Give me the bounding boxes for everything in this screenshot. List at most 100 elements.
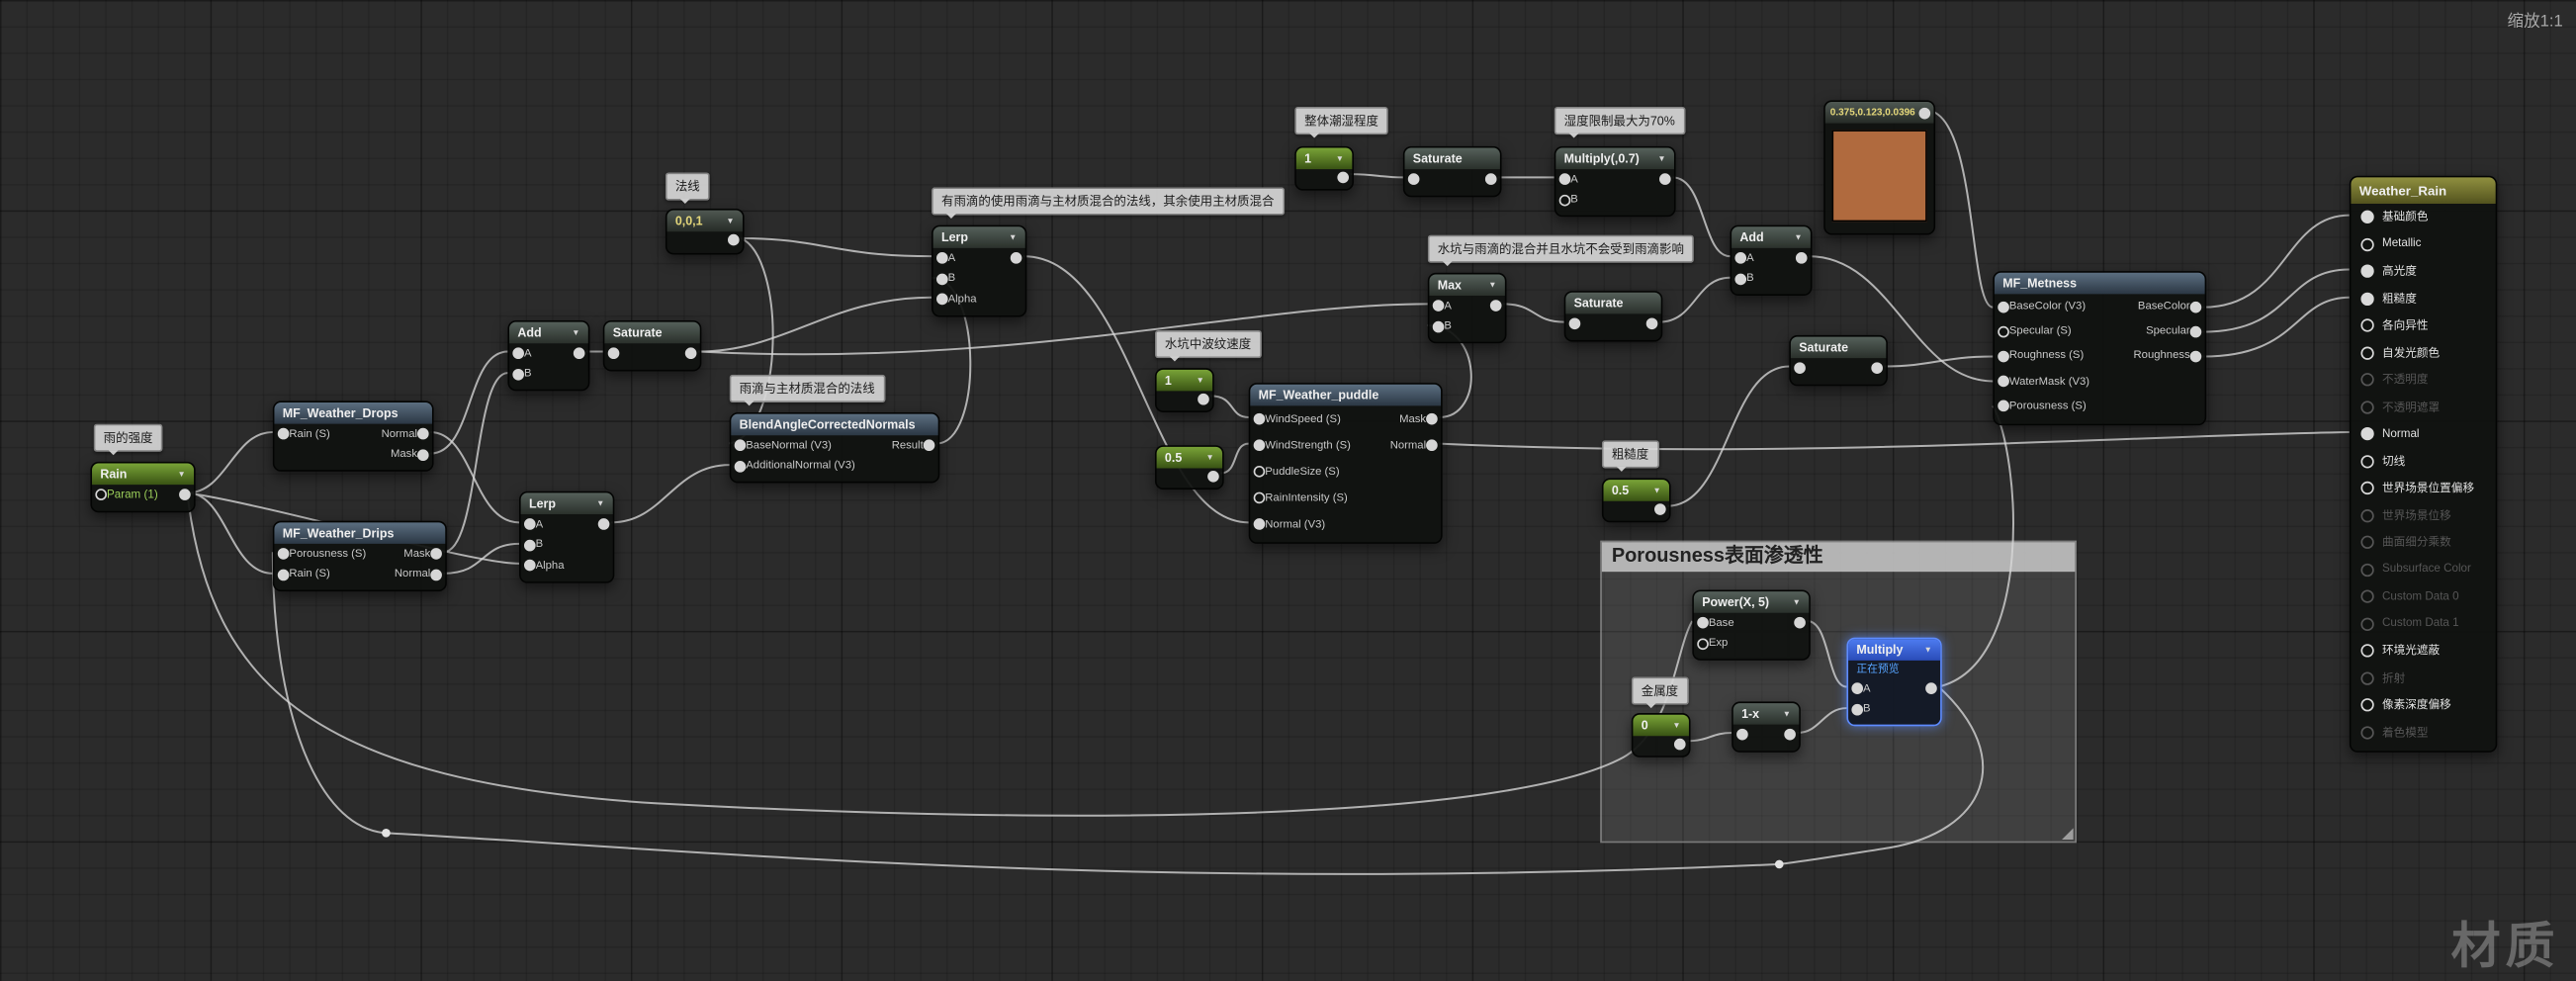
material-pin-3[interactable]: 粗糙度 (2351, 285, 2495, 312)
input-pin[interactable] (1734, 252, 1747, 265)
node-vec001[interactable]: 0,0,1 ▼ (665, 208, 745, 255)
output-pin[interactable] (2189, 350, 2202, 363)
node-half2[interactable]: 0.5 ▼ (1601, 478, 1671, 523)
input-pin[interactable] (1736, 729, 1748, 741)
dropdown-arrow-icon[interactable]: ▼ (1488, 280, 1496, 290)
wire[interactable] (1350, 173, 1403, 179)
dropdown-arrow-icon[interactable]: ▼ (178, 469, 186, 479)
input-pin[interactable] (1568, 317, 1581, 330)
input-pin[interactable] (1998, 325, 2009, 338)
output-pin[interactable] (416, 428, 429, 440)
comment-rain-strength[interactable]: 雨的强度 (93, 423, 163, 456)
material-pin-0[interactable]: 基础颜色 (2351, 204, 2495, 230)
node-mulsel[interactable]: Multiply ▼ 正在预览 A B (1846, 637, 1942, 727)
material-pin-16[interactable]: 环境光遮蔽 (2351, 638, 2495, 665)
dropdown-arrow-icon[interactable]: ▼ (1672, 721, 1680, 731)
node-drops-header[interactable]: MF_Weather_Drops (274, 402, 432, 424)
output-pin[interactable] (1489, 300, 1502, 312)
node-vec001-header[interactable]: 0,0,1 ▼ (666, 210, 743, 232)
node-drops[interactable]: MF_Weather_Drops Rain (S) Normal Mask (272, 401, 434, 472)
color-output-pin[interactable] (1918, 106, 1931, 119)
input-pin[interactable] (277, 428, 290, 440)
wire[interactable] (2202, 214, 2350, 309)
wire[interactable] (1439, 430, 2350, 451)
node-puddle[interactable]: MF_Weather_puddle WindSpeed (S) Mask WindSt… (1248, 383, 1443, 544)
node-mul07-header[interactable]: Multiply(,0.7) ▼ (1555, 147, 1674, 170)
input-pin[interactable] (1432, 320, 1445, 333)
node-one1[interactable]: 1 ▼ (1154, 368, 1214, 413)
material-graph-canvas[interactable]: Porousness表面渗透性 缩放1:1 材质 Rain ▼ Param (1) M… (0, 0, 2576, 981)
output-pin[interactable] (1337, 170, 1350, 183)
input-pin[interactable] (512, 368, 524, 381)
node-rain[interactable]: Rain ▼ Param (1) (90, 461, 196, 512)
node-half1-header[interactable]: 0.5 ▼ (1156, 446, 1223, 469)
node-sat2[interactable]: Saturate (1402, 145, 1502, 197)
dropdown-arrow-icon[interactable]: ▼ (1336, 153, 1344, 163)
node-add2[interactable]: Add ▼ A B (1730, 224, 1813, 297)
node-lerp2[interactable]: Lerp ▼ A B Alpha (932, 224, 1027, 316)
dropdown-arrow-icon[interactable]: ▼ (1009, 232, 1017, 242)
wire[interactable] (611, 464, 730, 524)
wire[interactable] (430, 350, 508, 455)
node-sat1[interactable]: Saturate (602, 319, 702, 371)
input-pin[interactable] (1253, 439, 1266, 452)
comment-metallic[interactable]: 金属度 (1631, 676, 1689, 709)
dropdown-arrow-icon[interactable]: ▼ (1657, 153, 1665, 163)
node-max1-header[interactable]: Max ▼ (1429, 274, 1505, 297)
wire[interactable] (443, 542, 520, 575)
node-sat1-header[interactable]: Saturate (604, 321, 700, 344)
node-power-header[interactable]: Power(X, 5) ▼ (1693, 591, 1810, 613)
output-pin[interactable] (1925, 682, 1937, 695)
input-pin[interactable] (277, 569, 290, 580)
wire[interactable] (698, 303, 1428, 356)
input-pin[interactable] (95, 489, 107, 501)
input-pin[interactable] (277, 548, 290, 561)
node-swatch[interactable]: 0.375,0.123,0.0396 (1823, 100, 1936, 235)
wire[interactable] (1687, 731, 1732, 743)
input-pin[interactable] (1851, 703, 1864, 716)
node-mulsel-header[interactable]: Multiply ▼ (1848, 639, 1941, 661)
input-pin[interactable] (1697, 617, 1709, 629)
output-pin[interactable] (1654, 502, 1666, 515)
output-pin[interactable] (1673, 737, 1686, 750)
node-lerp1-header[interactable]: Lerp ▼ (520, 492, 613, 515)
wire[interactable] (1659, 276, 1731, 323)
output-pin[interactable] (1871, 362, 1883, 375)
node-sat4-header[interactable]: Saturate (1790, 336, 1887, 359)
output-pin[interactable] (1784, 729, 1796, 741)
node-zero[interactable]: 0 ▼ (1631, 713, 1691, 758)
output-pin[interactable] (1795, 252, 1808, 265)
output-pin[interactable] (1659, 173, 1671, 186)
wire[interactable] (443, 372, 508, 554)
node-drips-header[interactable]: MF_Weather_Drips (274, 522, 446, 544)
input-pin[interactable] (607, 347, 620, 360)
node-drips[interactable]: MF_Weather_Drips Porousness (S) Mask Rain (… (272, 520, 447, 592)
node-one2[interactable]: 1 ▼ (1294, 145, 1354, 191)
wire[interactable] (1797, 707, 1847, 734)
node-rain-header[interactable]: Rain ▼ (92, 463, 195, 486)
reroute-node[interactable] (1774, 859, 1784, 869)
node-sat2-header[interactable]: Saturate (1404, 147, 1500, 170)
node-main[interactable]: Weather_Rain 基础颜色 Metallic 高光度 粗糙度 各向异性 自发光颜色不… (2349, 175, 2498, 753)
input-pin[interactable] (1253, 466, 1266, 478)
output-pin[interactable] (2189, 325, 2202, 338)
input-pin[interactable] (1253, 412, 1266, 425)
output-pin[interactable] (1207, 470, 1219, 482)
node-max1[interactable]: Max ▼ A B (1427, 272, 1507, 344)
input-pin[interactable] (1998, 401, 2009, 412)
node-sat4[interactable]: Saturate (1789, 334, 1888, 386)
node-lerp2-header[interactable]: Lerp ▼ (933, 226, 1025, 248)
node-oneminus-header[interactable]: 1-x ▼ (1732, 703, 1800, 725)
output-pin[interactable] (1426, 412, 1438, 425)
input-pin[interactable] (1697, 638, 1709, 650)
material-pin-18[interactable]: 像素深度偏移 (2351, 691, 2495, 718)
input-pin[interactable] (1998, 375, 2009, 388)
comment-normal-choice[interactable]: 有雨滴的使用雨滴与主材质混合的法线，其余使用主材质混合 (932, 187, 1285, 219)
reroute-node[interactable] (382, 829, 391, 838)
node-add1-header[interactable]: Add ▼ (509, 321, 588, 344)
input-pin[interactable] (935, 252, 948, 265)
input-pin[interactable] (1253, 491, 1266, 504)
output-pin[interactable] (1794, 617, 1806, 629)
output-pin[interactable] (684, 347, 697, 360)
input-pin[interactable] (1253, 518, 1266, 530)
